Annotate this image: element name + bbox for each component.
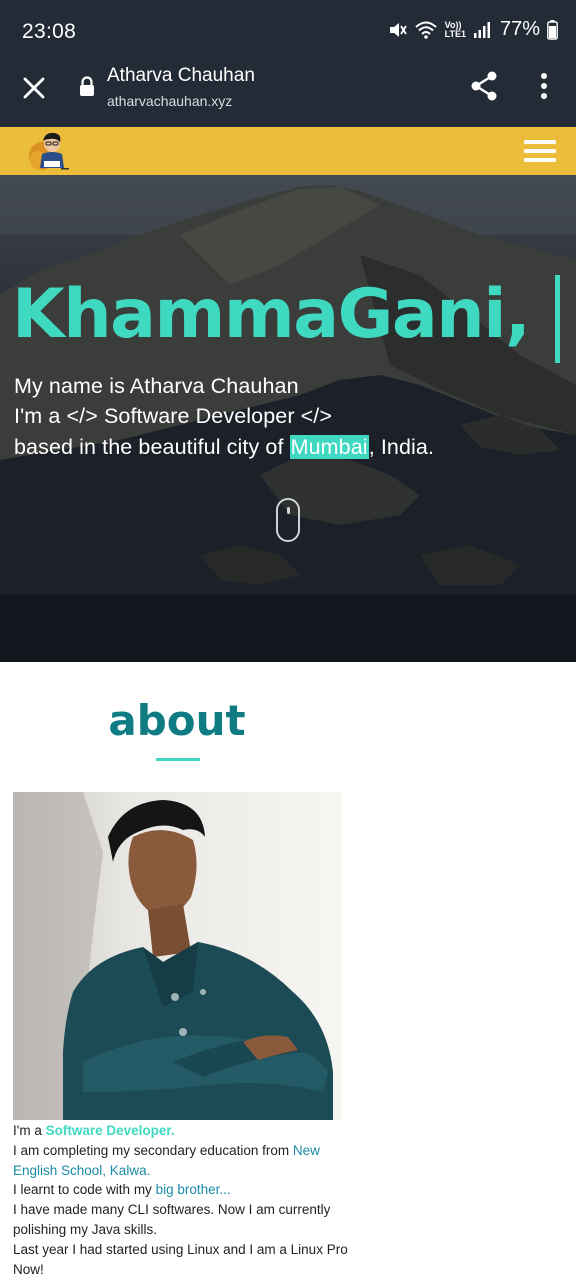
signal-icon (473, 21, 490, 38)
avatar-logo[interactable] (26, 128, 74, 174)
hero-section: KhammaGani, My name is Atharva Chauhan I… (0, 175, 576, 662)
battery-percent: 77% (499, 18, 540, 40)
mute-icon (389, 22, 407, 37)
brother-link[interactable]: big brother... (156, 1182, 231, 1197)
code-open-icon: </> (66, 404, 98, 428)
hero-location-line: based in the beautiful city of Mumbai, I… (14, 435, 434, 460)
battery-icon (547, 19, 558, 40)
hero-intro-line: My name is Atharva Chauhan (14, 374, 299, 398)
lock-icon (80, 76, 94, 96)
bio-text: I am completing my secondary education f… (13, 1142, 293, 1158)
bio-line: I have made many CLI softwares. Now I am… (13, 1202, 331, 1237)
status-icons: Vo)) LTE1 77% (387, 18, 558, 41)
about-heading: about (108, 696, 246, 745)
close-icon[interactable] (18, 72, 50, 104)
role-prefix: I'm a (14, 404, 67, 428)
browser-toolbar: Atharva Chauhan atharvachauhan.xyz (0, 62, 576, 127)
heading-underline (156, 758, 200, 761)
role-text: Software Developer (97, 404, 301, 428)
typing-caret (555, 275, 560, 363)
status-bar: 23:08 Vo)) LTE1 77% (0, 0, 576, 62)
volte-icon: Vo)) LTE1 (444, 20, 466, 39)
hamburger-icon[interactable] (523, 139, 557, 163)
about-bio: I'm a Software Developer. I am completin… (13, 1121, 349, 1279)
scroll-wheel (286, 507, 290, 514)
bio-line: I am completing my secondary education f… (13, 1141, 349, 1181)
hero-greeting: KhammaGani, (12, 275, 531, 354)
site-navbar (0, 127, 576, 175)
volte-label-bottom: LTE1 (444, 28, 466, 39)
location-prefix: based in the beautiful city of (14, 435, 290, 459)
scroll-down-icon[interactable] (276, 498, 300, 542)
page-title: Atharva Chauhan (107, 65, 255, 86)
bio-role-highlight: Software Developer. (45, 1123, 175, 1138)
bio-line: I learnt to code with my big brother... (13, 1180, 349, 1200)
share-icon[interactable] (468, 70, 500, 102)
bio-line: I'm a Software Developer. (13, 1121, 349, 1141)
bio-line: Last year I had started using Linux and … (13, 1241, 348, 1277)
wifi-icon (414, 21, 437, 39)
status-time: 23:08 (22, 20, 77, 43)
bio-text: I'm a (13, 1123, 46, 1138)
page-url[interactable]: atharvachauhan.xyz (107, 93, 232, 109)
location-suffix: , India. (368, 435, 435, 459)
code-close-icon: </> (300, 404, 333, 428)
hero-role-line: I'm a </> Software Developer </> (14, 404, 332, 429)
more-options-icon[interactable] (532, 70, 556, 102)
city-highlight: Mumbai (289, 435, 369, 459)
profile-photo (13, 792, 342, 1120)
bio-text: I learnt to code with my (13, 1182, 156, 1198)
